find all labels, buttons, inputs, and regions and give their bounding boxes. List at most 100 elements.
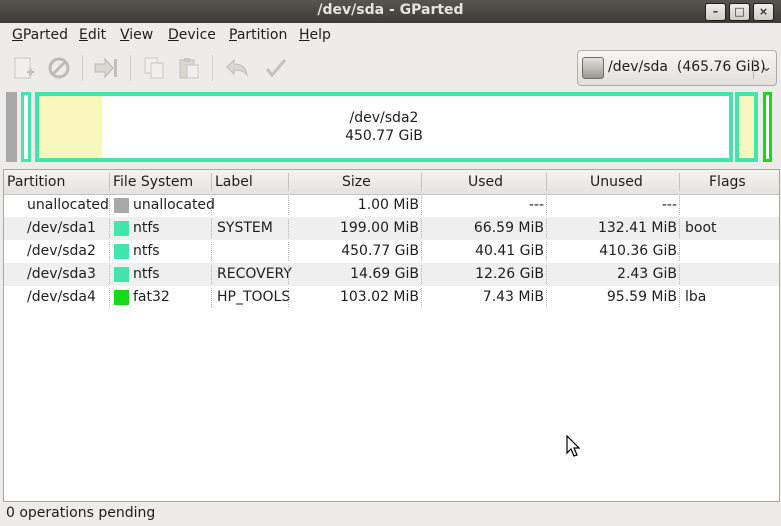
undo-icon[interactable]	[224, 55, 250, 81]
minimize-button[interactable]: –	[705, 3, 726, 21]
diskmap-unallocated[interactable]	[6, 92, 17, 162]
col-flags[interactable]: Flags	[709, 174, 746, 190]
table-row[interactable]: unallocated unallocated 1.00 MiB --- ---	[4, 194, 779, 217]
cell-size: 1.00 MiB	[357, 197, 419, 213]
diskmap-sda1[interactable]	[21, 92, 31, 162]
column-separator	[211, 265, 212, 284]
column-separator	[288, 288, 289, 307]
delete-icon[interactable]	[46, 55, 72, 81]
column-separator	[211, 219, 212, 238]
menu-help[interactable]: Help	[299, 27, 331, 43]
cell-label: RECOVERY	[217, 266, 292, 282]
menu-bar: GParted Edit View Device Partition Help	[0, 23, 781, 47]
col-used[interactable]: Used	[468, 174, 503, 190]
col-label[interactable]: Label	[215, 174, 253, 190]
cell-size: 450.77 GiB	[341, 243, 419, 259]
column-separator	[679, 265, 680, 284]
diskmap-partition-name: /dev/sda2	[349, 110, 419, 126]
column-separator	[211, 288, 212, 307]
diskmap-selected-info: /dev/sda2 450.77 GiB	[35, 109, 733, 145]
menu-label: dit	[87, 27, 107, 43]
column-separator	[421, 196, 422, 215]
cell-unused: ---	[661, 197, 677, 213]
table-row[interactable]: /dev/sda4 fat32 HP_TOOLS 103.02 MiB 7.43…	[4, 286, 779, 309]
table-row[interactable]: /dev/sda3 ntfs RECOVERY 14.69 GiB 12.26 …	[4, 263, 779, 286]
chevron-down-icon: ⌄	[761, 60, 772, 75]
table-header: Partition File System Label Size Used Un…	[4, 170, 779, 195]
menu-device[interactable]: Device	[168, 27, 216, 43]
column-separator	[679, 242, 680, 261]
menu-label: iew	[129, 27, 154, 43]
menu-label: elp	[309, 27, 331, 43]
col-size[interactable]: Size	[342, 174, 371, 190]
new-partition-icon[interactable]	[11, 55, 37, 81]
title-bar[interactable]: /dev/sda - GParted – □ ×	[0, 0, 781, 23]
fs-color-swatch	[114, 198, 129, 213]
menu-label: Parted	[22, 27, 68, 43]
device-selector[interactable]: /dev/sda (465.76 GiB) ⌄	[577, 50, 777, 86]
cell-filesystem: fat32	[133, 289, 170, 305]
column-separator	[546, 173, 547, 191]
paste-icon[interactable]	[176, 55, 202, 81]
cell-filesystem: unallocated	[133, 197, 215, 213]
cell-filesystem: ntfs	[133, 266, 160, 282]
column-separator	[679, 288, 680, 307]
col-unused[interactable]: Unused	[590, 174, 643, 190]
menu-partition[interactable]: Partition	[229, 27, 287, 43]
cell-size: 199.00 MiB	[339, 220, 419, 236]
column-separator	[109, 265, 110, 284]
column-separator	[211, 242, 212, 261]
diskmap-sda4[interactable]	[763, 92, 772, 162]
menu-mnemonic: H	[299, 27, 310, 43]
cell-used: ---	[528, 197, 544, 213]
column-separator	[109, 242, 110, 261]
table-row[interactable]: /dev/sda2 ntfs 450.77 GiB 40.41 GiB 410.…	[4, 240, 779, 263]
toolbar-separator	[130, 55, 131, 81]
diskmap-sda2[interactable]: /dev/sda2 450.77 GiB	[35, 92, 733, 162]
column-separator	[546, 219, 547, 238]
disk-map: /dev/sda2 450.77 GiB	[6, 92, 775, 162]
fs-color-swatch	[114, 290, 129, 305]
cell-partition: unallocated	[27, 197, 109, 213]
close-button[interactable]: ×	[753, 3, 774, 21]
col-partition[interactable]: Partition	[7, 174, 65, 190]
partition-table: Partition File System Label Size Used Un…	[3, 169, 780, 502]
cell-label: HP_TOOLS	[217, 289, 291, 305]
diskmap-sda3[interactable]	[735, 92, 758, 162]
cell-used: 7.43 MiB	[482, 289, 544, 305]
apply-icon[interactable]	[263, 55, 289, 81]
menu-view[interactable]: View	[120, 27, 153, 43]
column-separator	[421, 219, 422, 238]
column-separator	[546, 242, 547, 261]
menu-gparted[interactable]: GParted	[12, 27, 68, 43]
harddisk-icon	[582, 57, 604, 79]
resize-move-icon[interactable]	[93, 55, 119, 81]
column-separator	[679, 173, 680, 191]
cell-used: 12.26 GiB	[475, 266, 544, 282]
column-separator	[679, 219, 680, 238]
column-separator	[211, 173, 212, 191]
cell-partition: /dev/sda2	[27, 243, 96, 259]
maximize-button[interactable]: □	[729, 3, 750, 21]
diskmap-partition-size: 450.77 GiB	[345, 128, 423, 144]
toolbar-separator	[82, 55, 83, 81]
fs-color-swatch	[114, 221, 129, 236]
column-separator	[421, 173, 422, 191]
window-title: /dev/sda - GParted	[317, 2, 464, 18]
cell-used: 40.41 GiB	[475, 243, 544, 259]
fs-color-swatch	[114, 267, 129, 282]
column-separator	[546, 265, 547, 284]
menu-mnemonic: V	[120, 27, 130, 43]
selector-divider	[753, 57, 754, 79]
cell-label: SYSTEM	[217, 220, 273, 236]
menu-mnemonic: E	[79, 27, 88, 43]
cell-size: 103.02 MiB	[339, 289, 419, 305]
column-separator	[109, 196, 110, 215]
col-filesystem[interactable]: File System	[113, 174, 193, 190]
column-separator	[421, 265, 422, 284]
mouse-cursor-icon	[566, 434, 581, 461]
column-separator	[546, 288, 547, 307]
menu-edit[interactable]: Edit	[79, 27, 106, 43]
table-row[interactable]: /dev/sda1 ntfs SYSTEM 199.00 MiB 66.59 M…	[4, 217, 779, 240]
copy-icon[interactable]	[141, 55, 167, 81]
